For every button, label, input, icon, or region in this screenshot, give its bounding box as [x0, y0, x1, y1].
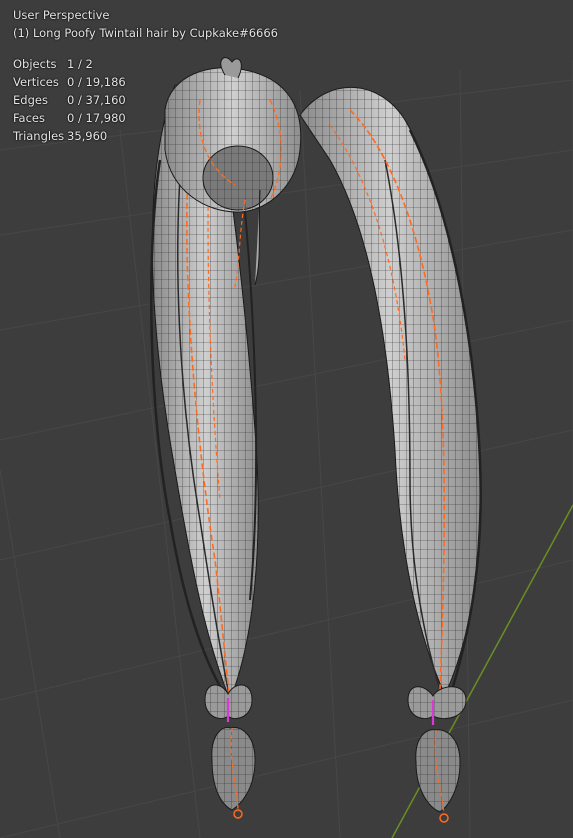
stat-label: Triangles — [13, 129, 65, 143]
stat-value: 0 / 17,980 — [67, 111, 126, 125]
active-object-label: (1) Long Poofy Twintail hair by Cupkake#… — [13, 26, 278, 40]
stat-label: Objects — [13, 57, 57, 71]
stat-faces: Faces 0 / 17,980 — [13, 109, 278, 127]
stat-value: 0 / 37,160 — [67, 93, 126, 107]
stat-edges: Edges 0 / 37,160 — [13, 91, 278, 109]
stat-label: Faces — [13, 111, 45, 125]
stat-triangles: Triangles 35,960 — [13, 127, 278, 145]
stat-value: 0 / 19,186 — [67, 75, 126, 89]
stat-value: 1 / 2 — [67, 57, 93, 71]
stat-label: Vertices — [13, 75, 59, 89]
left-tail-tip-mesh[interactable] — [204, 684, 256, 819]
stat-value: 35,960 — [67, 129, 108, 143]
3d-viewport[interactable]: User Perspective (1) Long Poofy Twintail… — [0, 0, 573, 838]
perspective-label: User Perspective — [13, 8, 110, 22]
stat-vertices: Vertices 0 / 19,186 — [13, 73, 278, 91]
right-tail-tip-mesh[interactable] — [407, 686, 467, 823]
stat-objects: Objects 1 / 2 — [13, 55, 278, 73]
viewport-info-overlay: User Perspective (1) Long Poofy Twintail… — [13, 6, 278, 145]
stat-label: Edges — [13, 93, 48, 107]
scene-statistics: Objects 1 / 2 Vertices 0 / 19,186 Edges … — [13, 55, 278, 145]
